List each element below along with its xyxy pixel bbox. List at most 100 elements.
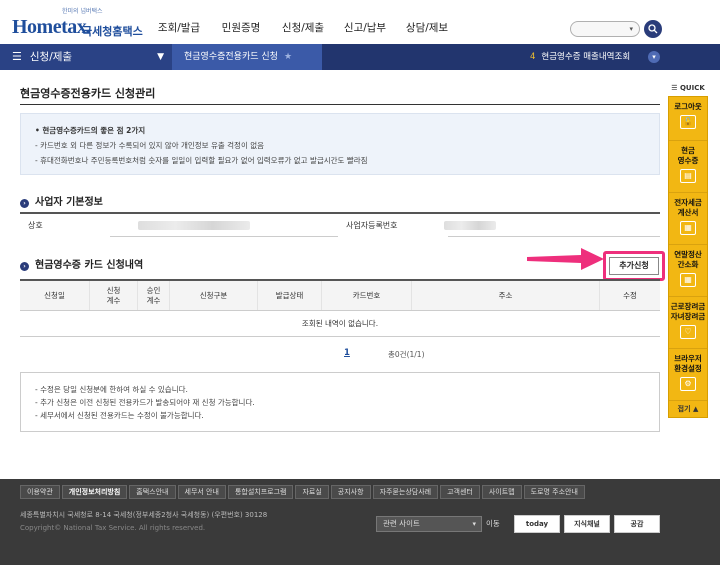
gear-icon: ⚙	[680, 377, 696, 391]
table-header: 신청일 신청 계수 승인 계수 신청구분 발급상태 카드번호 주소 수정	[20, 281, 660, 311]
empty-message: 조회된 내역이 없습니다.	[20, 311, 660, 337]
section-title-business: › 사업자 기본정보	[20, 193, 103, 208]
quick-item-label: 현금	[681, 146, 695, 155]
heart-icon: ♡	[680, 325, 696, 339]
section-title-card: › 현금영수증 카드 신청내역	[20, 256, 143, 271]
footer-copyright: Copyright© National Tax Service. All rig…	[20, 524, 206, 532]
search-icon	[648, 24, 658, 34]
search-button[interactable]	[644, 20, 662, 38]
quick-incentive[interactable]: 근로장려금 자녀장려금 ♡	[669, 297, 707, 349]
info-line: - 휴대전화번호나 주민등록번호처럼 숫자를 일일이 입력할 필요가 없어 입력…	[35, 156, 368, 165]
chevron-down-icon: ▾	[629, 25, 633, 33]
page-title: 현금영수증전용카드 신청관리	[20, 87, 156, 100]
col-header: 발급상태	[258, 281, 322, 310]
page-number-link[interactable]: 1	[344, 348, 350, 358]
footer: 이용약관 개인정보처리방침 홈택스안내 세무서 안내 통합설치프로그램 자료실 …	[0, 479, 720, 565]
quick-cash-receipt[interactable]: 현금 영수증 ▤	[669, 141, 707, 193]
header: 한미의 넘버택스 Hometax. 국세청홈택스 조회/발급 민원증명 신청/제…	[0, 0, 720, 44]
gnb-consult[interactable]: 상담/제보	[396, 20, 458, 35]
redacted-value	[444, 221, 496, 230]
quick-item-label: 자녀장려금	[670, 312, 706, 321]
col-header: 신청구분	[170, 281, 258, 310]
biz-label-name: 상호	[20, 214, 110, 237]
bullet-icon: ›	[20, 199, 29, 208]
quick-item-label: 계산서	[677, 208, 699, 217]
nav-menu-button[interactable]: ☰ 신청/제출 ▼	[0, 44, 172, 70]
global-nav: 조회/발급 민원증명 신청/제출 신고/납부 상담/제보	[148, 20, 458, 35]
footer-links: 이용약관 개인정보처리방침 홈택스안내 세무서 안내 통합설치프로그램 자료실 …	[20, 485, 587, 499]
badge-gonggam[interactable]: 공감	[614, 515, 660, 533]
lock-icon: 🔓	[680, 115, 696, 129]
badge-knowledge[interactable]: 지식채널	[564, 515, 610, 533]
total-count: 총0건(1/1)	[388, 350, 425, 359]
nav-related-num: 4	[530, 52, 536, 62]
logo-brand: Hometax.	[12, 16, 91, 38]
quick-item-label: 로그아웃	[674, 102, 702, 111]
quick-item-label: 환경설정	[674, 364, 702, 373]
chevron-down-icon: ▼	[157, 52, 164, 62]
quick-item-label: 근로장려금	[670, 302, 706, 311]
chevron-down-icon: ▾	[472, 520, 476, 528]
nav-current-label: 현금영수증전용카드 신청	[184, 52, 278, 62]
related-sites-select[interactable]: 관련 사이트 ▾	[376, 516, 482, 532]
badge-today[interactable]: today	[514, 515, 560, 533]
quick-year-end[interactable]: 연말정산 간소화 ▦	[669, 245, 707, 297]
biz-label-regno: 사업자등록번호	[338, 214, 448, 237]
col-header: 카드번호	[322, 281, 412, 310]
chevron-down-icon[interactable]: ▾	[648, 51, 660, 63]
nav-current-page[interactable]: 현금영수증전용카드 신청 ★	[172, 44, 322, 70]
footer-link[interactable]: 자주묻는상담사례	[372, 485, 439, 499]
hamburger-icon: ☰	[671, 84, 680, 92]
col-header: 주소	[412, 281, 600, 310]
hometax-logo[interactable]: 한미의 넘버택스 Hometax. 국세청홈택스	[10, 6, 150, 40]
invoice-icon: ▦	[680, 221, 696, 235]
quick-item-label: 영수증	[677, 156, 699, 165]
col-header: 승인 계수	[138, 281, 170, 310]
gnb-inquiry[interactable]: 조회/발급	[148, 20, 210, 35]
col-header: 신청일	[20, 281, 90, 310]
quick-item-label: 브라우저	[674, 354, 702, 363]
gnb-certificate[interactable]: 민원증명	[210, 20, 272, 35]
quick-title: ☰ QUICK	[671, 84, 705, 92]
quick-item-label: 전자세금	[674, 198, 702, 207]
footer-link[interactable]: 공지사항	[330, 485, 371, 499]
col-header: 수정	[623, 290, 637, 300]
go-button[interactable]: 이동	[486, 516, 500, 532]
info-head: • 현금영수증카드의 좋은 점 2가지	[35, 126, 146, 135]
quick-item-label: 간소화	[677, 260, 699, 269]
footer-link[interactable]: 도로명 주소안내	[523, 485, 585, 499]
quick-e-invoice[interactable]: 전자세금 계산서 ▦	[669, 193, 707, 245]
footer-link-privacy[interactable]: 개인정보처리방침	[61, 485, 128, 499]
quick-logout[interactable]: 로그아웃 🔓	[669, 97, 707, 141]
notes-box: - 수정은 당일 신청분에 한하여 하실 수 있습니다. - 추가 신청은 이전…	[20, 372, 660, 432]
redacted-value	[138, 221, 250, 230]
divider	[20, 104, 660, 105]
search-input[interactable]: ▾	[570, 21, 640, 37]
nav-menu-label: 신청/제출	[29, 51, 73, 63]
gnb-report[interactable]: 신고/납부	[334, 20, 396, 35]
nav-related-link[interactable]: 4 현금영수증 매출내역조회	[530, 44, 630, 70]
footer-link[interactable]: 사이트맵	[481, 485, 522, 499]
gnb-apply[interactable]: 신청/제출	[272, 20, 334, 35]
quick-panel: 로그아웃 🔓 현금 영수증 ▤ 전자세금 계산서 ▦ 연말정산 간소화 ▦ 근로…	[668, 96, 708, 418]
star-icon[interactable]: ★	[284, 52, 292, 62]
footer-link[interactable]: 홈택스안내	[129, 485, 176, 499]
footer-link[interactable]: 통합설치프로그램	[227, 485, 294, 499]
logo-tagline: 한미의 넘버택스	[62, 8, 103, 15]
footer-link[interactable]: 이용약관	[20, 485, 60, 499]
note-line: - 추가 신청은 이전 신청된 전용카드가 발송되어야 재 신청 가능합니다.	[35, 398, 255, 407]
footer-link[interactable]: 자료실	[295, 485, 329, 499]
quick-collapse-button[interactable]: 접기 ▲	[669, 401, 707, 417]
footer-link[interactable]: 세무서 안내	[177, 485, 226, 499]
note-line: - 수정은 당일 신청분에 한하여 하실 수 있습니다.	[35, 385, 188, 394]
receipt-icon: ▤	[680, 169, 696, 183]
info-box: • 현금영수증카드의 좋은 점 2가지 - 카드번호 외 다른 정보가 수록되어…	[20, 113, 660, 175]
bullet-icon: ›	[20, 262, 29, 271]
business-info-table: 상호 사업자등록번호	[20, 212, 660, 237]
footer-link[interactable]: 고객센터	[440, 485, 480, 499]
highlight-box	[603, 251, 665, 281]
location-bar: ☰ 신청/제출 ▼ 현금영수증전용카드 신청 ★ 4 현금영수증 매출내역조회 ▾	[0, 44, 720, 70]
quick-browser-settings[interactable]: 브라우저 환경설정 ⚙	[669, 349, 707, 401]
logo-sub: 국세청홈택스	[82, 25, 143, 38]
quick-item-label: 연말정산	[674, 250, 702, 259]
